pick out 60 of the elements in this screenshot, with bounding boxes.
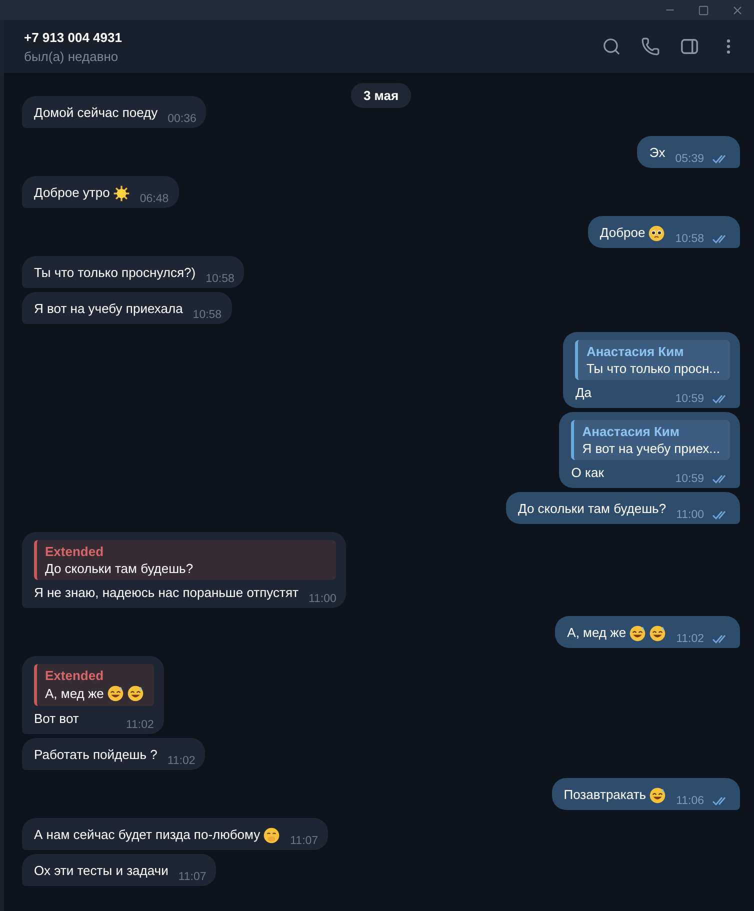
sweat-smile-icon	[629, 624, 646, 642]
message-text: Эх	[649, 144, 666, 162]
close-icon[interactable]	[731, 4, 744, 16]
message-text: Вот вот	[34, 710, 79, 728]
reply-quote[interactable]: Анастасия Ким Я вот на учебу приех...	[571, 420, 730, 460]
message-time: 11:00	[308, 593, 336, 605]
quote-text: Ты что только просн...	[586, 361, 720, 376]
reply-quote[interactable]: Extended А, мед же	[34, 664, 154, 706]
message-time: 10:59	[675, 473, 704, 485]
contact-status: был(а) недавно	[24, 48, 120, 64]
message-text: Я не знаю, надеюсь нас пораньше отпустят	[34, 584, 298, 602]
message-text: А нам сейчас будет пизда по-любому	[34, 826, 260, 844]
reply-quote[interactable]: Анастасия Ким Ты что только просн...	[575, 340, 730, 380]
message-text: Работать пойдешь ?	[34, 746, 158, 764]
quote-author: Анастасия Ким	[586, 344, 685, 359]
date-badge: 3 мая	[351, 83, 411, 108]
maximize-icon[interactable]	[698, 4, 709, 16]
message-time: 11:07	[290, 835, 318, 847]
sweat-smile-icon	[126, 685, 144, 702]
message-time: 05:39	[675, 153, 704, 165]
message-text: До скольки там будешь?	[518, 500, 666, 518]
message-time: 11:02	[676, 633, 704, 645]
message-time: 11:02	[167, 755, 196, 767]
message-time: 10:58	[206, 273, 234, 285]
quote-text: До скольки там будешь?	[45, 561, 194, 576]
quote-text: Я вот на учебу приех...	[582, 441, 720, 456]
message-text: Ох эти тесты и задачи	[34, 862, 168, 880]
pleading-face-icon	[648, 224, 666, 242]
sweat-smile-icon	[106, 685, 124, 702]
sun-icon	[112, 184, 130, 202]
message-time: 11:02	[126, 719, 154, 731]
reply-quote[interactable]: Extended До скольки там будешь?	[34, 540, 336, 580]
sweat-smile-icon	[649, 624, 666, 642]
quote-text: А, мед же	[45, 686, 104, 701]
message-text: Домой сейчас поеду	[34, 104, 158, 122]
sidebar-toggle-icon[interactable]	[680, 37, 699, 56]
quote-author: Extended	[45, 668, 105, 683]
phone-icon[interactable]	[641, 37, 660, 56]
search-icon[interactable]	[602, 37, 621, 56]
message-text: О как	[571, 464, 604, 482]
message-text: Ты что только проснулся?)	[34, 264, 196, 282]
message-time: 11:00	[676, 509, 704, 521]
message-text: Доброе	[600, 224, 646, 242]
contact-name: +7 913 004 4931	[24, 30, 122, 44]
quote-author: Анастасия Ким	[582, 424, 681, 439]
sweat-smile-icon	[649, 786, 666, 804]
message-text: Позавтракать	[564, 786, 646, 804]
hand-over-mouth-icon	[263, 826, 280, 844]
message-time: 11:07	[178, 871, 206, 883]
message-text: Я вот на учебу приехала	[34, 300, 183, 318]
message-time: 06:48	[140, 193, 169, 205]
message-text: Да	[575, 384, 592, 402]
message-time: 10:59	[675, 393, 704, 405]
message-time: 11:06	[676, 795, 704, 807]
message-time: 10:58	[192, 309, 222, 321]
message-time: 00:36	[168, 113, 196, 125]
message-text: Доброе утро	[34, 184, 110, 202]
message-time: 10:58	[675, 233, 704, 245]
message-text: А, мед же	[567, 624, 626, 642]
quote-author: Extended	[45, 544, 105, 559]
